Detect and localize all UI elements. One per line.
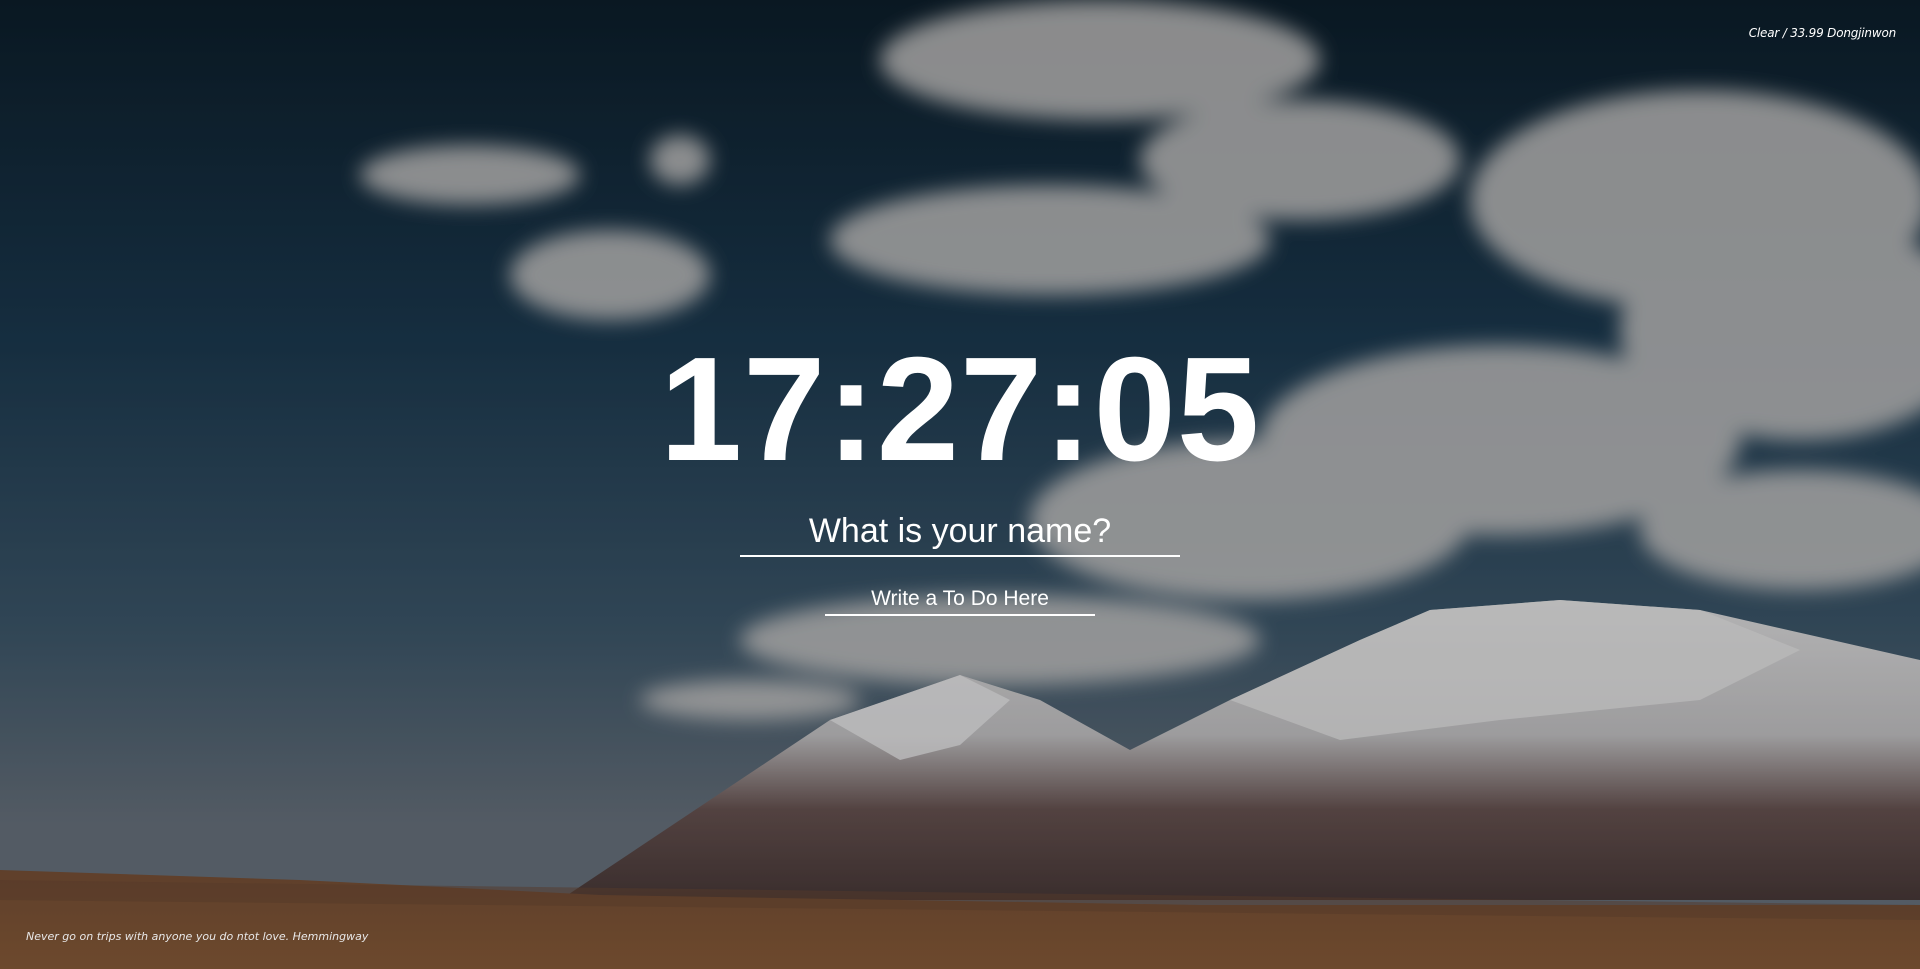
todo-input[interactable]: [825, 585, 1095, 616]
name-form: [740, 490, 1180, 557]
page: Clear / 33.99 Dongjinwon 17:27:05 Never …: [0, 0, 1920, 969]
todo-form: [825, 557, 1095, 616]
weather-info: Clear / 33.99 Dongjinwon: [1748, 26, 1896, 40]
name-input[interactable]: [740, 510, 1180, 557]
main-content: 17:27:05: [0, 330, 1920, 616]
clock: 17:27:05: [659, 327, 1261, 492]
quote: Never go on trips with anyone you do nto…: [26, 930, 369, 943]
